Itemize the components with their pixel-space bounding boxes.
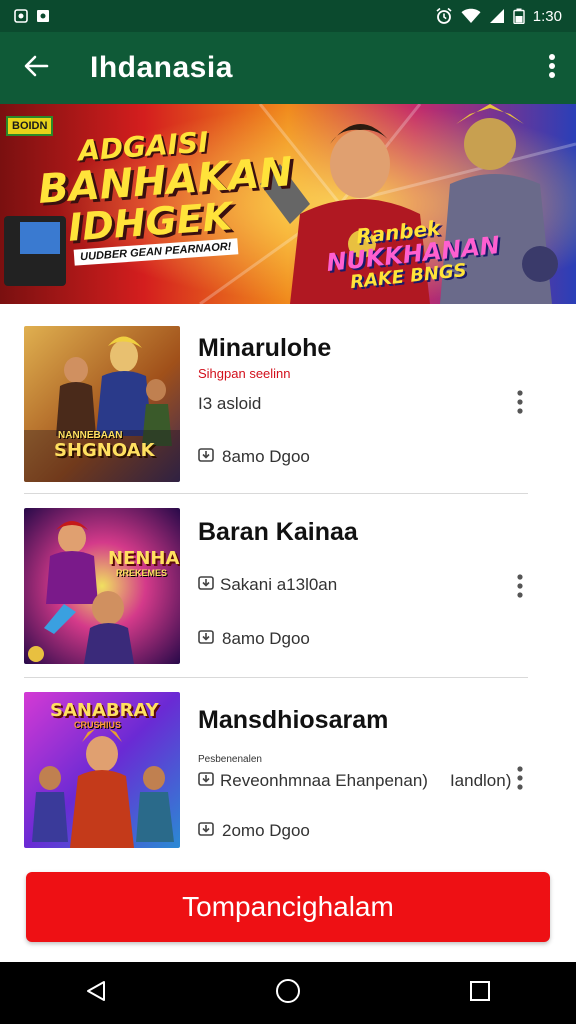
overflow-menu-button[interactable] — [528, 32, 576, 104]
description-text: Sakani a13l0an — [220, 574, 338, 594]
app-bar: Ihdanasia — [0, 32, 576, 104]
more-vert-icon — [548, 53, 556, 84]
more-vert-icon — [517, 573, 523, 603]
download-icon — [198, 628, 214, 649]
item-menu-button[interactable] — [502, 760, 538, 800]
download-icon — [198, 446, 214, 467]
game-title: Minarulohe — [198, 334, 332, 362]
list-item[interactable]: NENHAN RREKEMES Baran Kainaa Sakani a13l… — [24, 486, 528, 670]
notification-icon — [14, 9, 28, 23]
game-thumbnail: NENHAN RREKEMES — [24, 508, 180, 664]
meta-text: 2omo Dgoo — [222, 820, 310, 840]
status-right: 1:30 — [435, 7, 562, 25]
item-menu-button[interactable] — [502, 568, 538, 608]
battery-icon — [513, 8, 525, 24]
thumb-caption: SHGNOAK — [54, 440, 155, 461]
game-description: I3 asloid — [198, 394, 262, 413]
meta-text: 8amo Dgoo — [222, 628, 310, 648]
primary-action-button[interactable]: Tompancighalam — [26, 872, 550, 942]
signal-icon — [489, 8, 505, 24]
page-title: Ihdanasia — [90, 51, 233, 84]
nav-home-button[interactable] — [248, 962, 328, 1024]
nav-recents-button[interactable] — [440, 962, 520, 1024]
more-vert-icon — [517, 765, 523, 795]
list-item[interactable]: NANNEBAAN SHGNOAK Minarulohe Sihgpan see… — [24, 304, 528, 488]
notification-icon — [36, 9, 50, 23]
game-tiny-label: Pesbenenalen — [198, 754, 262, 765]
alarm-icon — [435, 7, 453, 25]
status-bar: 1:30 — [0, 0, 576, 32]
game-thumbnail: NANNEBAAN SHGNOAK — [24, 326, 180, 482]
system-nav-bar — [0, 962, 576, 1024]
promo-banner[interactable]: BOIDN ADGAISI BANHAKAN IDHGEK UUDBER GEA… — [0, 104, 576, 304]
status-time: 1:30 — [532, 7, 562, 25]
game-description: Sakani a13l0an — [198, 574, 337, 595]
game-meta: 2omo Dgoo — [198, 820, 310, 841]
more-vert-icon — [517, 389, 523, 419]
game-thumbnail: SANABRAY CRUSHIUS — [24, 692, 180, 848]
arrow-left-icon — [23, 53, 49, 84]
back-button[interactable] — [0, 32, 72, 104]
square-recents-icon — [469, 980, 491, 1007]
banner-badge: BOIDN — [6, 116, 54, 136]
triangle-back-icon — [84, 979, 108, 1008]
game-description: Reveonhmnaa Ehanpenan) Iandlon) — [198, 770, 511, 791]
meta-text: 8amo Dgoo — [222, 446, 310, 466]
game-meta: 8amo Dgoo — [198, 628, 310, 649]
download-icon — [198, 574, 214, 595]
thumb-caption: SANABRAY — [50, 700, 159, 721]
nav-back-button[interactable] — [56, 962, 136, 1024]
download-icon — [198, 770, 214, 791]
list-item[interactable]: SANABRAY CRUSHIUS Mansdhiosaram Pesbenen… — [24, 670, 528, 854]
item-menu-button[interactable] — [502, 384, 538, 424]
circle-home-icon — [275, 978, 301, 1009]
game-meta: 8amo Dgoo — [198, 446, 310, 467]
download-icon — [198, 820, 214, 841]
game-subtitle: Sihgpan seelinn — [198, 366, 291, 381]
wifi-icon — [461, 8, 481, 24]
game-title: Baran Kainaa — [198, 518, 358, 546]
game-title: Mansdhiosaram — [198, 706, 389, 734]
thumb-caption-top: RREKEMES — [116, 568, 168, 578]
thumb-caption-top: CRUSHIUS — [74, 720, 122, 730]
thumb-caption: NENHAN — [108, 548, 180, 569]
description-text: Reveonhmnaa Ehanpenan) — [220, 770, 428, 790]
status-left — [14, 9, 50, 23]
